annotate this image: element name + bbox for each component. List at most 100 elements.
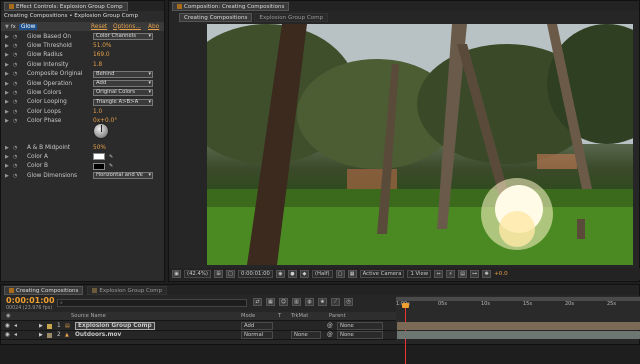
draft-3d-icon[interactable]: ▦ xyxy=(266,298,275,306)
effect-controls-tab[interactable]: Effect Controls: Explosion Group Comp xyxy=(4,1,128,11)
options-link[interactable]: Options... xyxy=(113,24,141,30)
twirl-right-icon[interactable]: ▶ xyxy=(5,118,9,124)
stopwatch-icon[interactable]: ◔ xyxy=(13,118,17,124)
blend-mode-select[interactable]: Normal xyxy=(241,331,273,339)
twirl-right-icon[interactable]: ▶ xyxy=(5,163,9,169)
channel-icon[interactable]: ◆ xyxy=(299,270,309,278)
stopwatch-icon[interactable]: ◔ xyxy=(13,43,17,49)
about-link[interactable]: Abo xyxy=(148,24,159,30)
work-area-bar[interactable] xyxy=(396,297,640,301)
twirl-right-icon[interactable]: ▶ xyxy=(5,145,9,151)
fx-badge[interactable]: fx xyxy=(11,24,16,30)
t-header[interactable]: T xyxy=(278,313,281,319)
label-color-icon[interactable] xyxy=(47,332,52,338)
label-color-icon[interactable] xyxy=(47,323,52,329)
twirl-right-icon[interactable]: ▶ xyxy=(5,154,9,160)
twirl-right-icon[interactable]: ▶ xyxy=(5,109,9,115)
zoom-select[interactable]: (42.4%) xyxy=(184,270,211,278)
layer-name[interactable]: Explosion Group Comp xyxy=(75,322,155,330)
camera-select[interactable]: Active Camera xyxy=(359,270,405,278)
resolution-select[interactable]: (Half) xyxy=(311,270,333,278)
layer-name[interactable]: Outdoors.mov xyxy=(75,332,121,338)
layer-bar-2[interactable] xyxy=(397,331,640,339)
stopwatch-icon[interactable]: ◔ xyxy=(13,34,17,40)
twirl-right-icon[interactable]: ▶ xyxy=(5,62,9,68)
flowchart-icon[interactable]: ⊶ xyxy=(470,270,480,278)
time-ruler[interactable]: 1:00s05s10s15s20s25s xyxy=(396,296,640,364)
region-of-interest-icon[interactable]: ▢ xyxy=(335,270,345,278)
property-dropdown[interactable]: Color Channels xyxy=(93,33,153,40)
show-snapshot-icon[interactable]: ● xyxy=(287,270,297,278)
twirl-right-icon[interactable]: ▶ xyxy=(5,81,9,87)
composition-tab[interactable]: Composition: Creating Compositions xyxy=(172,1,290,11)
stopwatch-icon[interactable]: ◔ xyxy=(13,145,17,151)
layer-row[interactable]: ◉ ◂ ▶ 1 ▤ Explosion Group Comp Add @ None xyxy=(1,322,396,331)
stopwatch-icon[interactable]: ◔ xyxy=(13,109,17,115)
timeline-tab-active[interactable]: Creating Compositions xyxy=(4,285,84,295)
timeline-timecode[interactable]: 0:00:01:00 xyxy=(6,296,55,305)
parent-header[interactable]: Parent xyxy=(329,313,346,319)
timeline-tab-other[interactable]: Explosion Group Comp xyxy=(87,285,168,295)
subtab-creating-compositions[interactable]: Creating Compositions xyxy=(179,13,253,22)
color-swatch[interactable] xyxy=(93,153,105,161)
twirl-right-icon[interactable]: ▶ xyxy=(5,99,9,105)
mask-visibility-icon[interactable]: □ xyxy=(225,270,235,278)
property-value[interactable]: 169.0 xyxy=(93,52,110,58)
stopwatch-icon[interactable]: ◔ xyxy=(13,173,17,179)
stopwatch-icon[interactable]: ◔ xyxy=(13,62,17,68)
transparency-grid-icon[interactable]: ▦ xyxy=(347,270,357,278)
current-time-field[interactable]: 0:00:01:00 xyxy=(237,270,273,278)
audio-icon[interactable]: ◂ xyxy=(14,332,17,338)
source-name-header[interactable]: Source Name xyxy=(71,313,106,319)
exposure-value[interactable]: +0.0 xyxy=(494,271,508,277)
view-layout-select[interactable]: 1 View xyxy=(407,270,432,278)
motion-blur-icon[interactable]: ◍ xyxy=(305,298,314,306)
property-dropdown[interactable]: Add xyxy=(93,80,153,87)
twirl-right-icon[interactable]: ▶ xyxy=(5,90,9,96)
trkmat-select[interactable]: None xyxy=(291,331,321,339)
frame-blending-icon[interactable]: ▥ xyxy=(292,298,301,306)
pickwhip-icon[interactable]: @ xyxy=(327,332,333,338)
stopwatch-icon[interactable]: ◔ xyxy=(13,71,17,77)
stopwatch-icon[interactable]: ◔ xyxy=(13,81,17,87)
mode-header[interactable]: Mode xyxy=(241,313,255,319)
twirl-right-icon[interactable]: ▶ xyxy=(5,173,9,179)
shy-layers-icon[interactable]: ☺ xyxy=(279,298,288,306)
trkmat-header[interactable]: TrkMat xyxy=(291,313,308,319)
twirl-right-icon[interactable]: ▶ xyxy=(5,34,9,40)
stopwatch-icon[interactable]: ◔ xyxy=(13,90,17,96)
always-preview-icon[interactable]: ▣ xyxy=(172,270,181,278)
property-dropdown[interactable]: Original Colors xyxy=(93,89,153,97)
stopwatch-icon[interactable]: ◔ xyxy=(13,154,17,160)
stopwatch-icon[interactable]: ◔ xyxy=(13,163,17,169)
property-value[interactable]: 50% xyxy=(93,145,106,151)
pickwhip-icon[interactable]: @ xyxy=(327,323,333,329)
parent-select[interactable]: None xyxy=(337,322,383,330)
parent-select[interactable]: None xyxy=(337,331,383,339)
timeline-search-input[interactable]: ⌕ xyxy=(57,299,247,307)
expand-icon[interactable]: ▶ xyxy=(39,323,43,329)
exposure-icon[interactable]: ✺ xyxy=(482,270,492,278)
eyedropper-icon[interactable]: ✎ xyxy=(109,163,113,169)
twirl-right-icon[interactable]: ▶ xyxy=(5,52,9,58)
eye-icon[interactable]: ◉ xyxy=(5,323,10,329)
property-dropdown[interactable]: Horizontal and Ve xyxy=(93,172,153,180)
subtab-explosion-group-comp[interactable]: Explosion Group Comp xyxy=(254,13,329,22)
pixel-aspect-icon[interactable]: ⇔ xyxy=(434,270,444,278)
fast-preview-icon[interactable]: ⚡ xyxy=(446,270,456,278)
property-dropdown[interactable]: Triangle A>B>A xyxy=(93,98,153,106)
clock-icon[interactable]: ◷ xyxy=(344,298,353,306)
layer-bar-1[interactable] xyxy=(397,322,640,330)
eye-icon[interactable]: ◉ xyxy=(5,332,10,338)
property-value[interactable]: 51.0% xyxy=(93,43,111,49)
blend-mode-select[interactable]: Add xyxy=(241,322,273,330)
eyedropper-icon[interactable]: ✎ xyxy=(109,154,113,160)
property-value[interactable]: 1.8 xyxy=(93,62,102,68)
twirl-right-icon[interactable]: ▶ xyxy=(5,71,9,77)
property-dropdown[interactable]: Behind xyxy=(93,70,153,78)
layer-row[interactable]: ◉ ◂ ▶ 2 ▲ Outdoors.mov Normal None @ None xyxy=(1,331,396,340)
audio-icon[interactable]: ◂ xyxy=(14,323,17,329)
snapshot-icon[interactable]: ◉ xyxy=(275,270,285,278)
twirl-down-icon[interactable]: ▼ xyxy=(5,24,9,30)
effect-header-row[interactable]: ▼ fx Glow Reset Options... Abo xyxy=(1,22,164,31)
